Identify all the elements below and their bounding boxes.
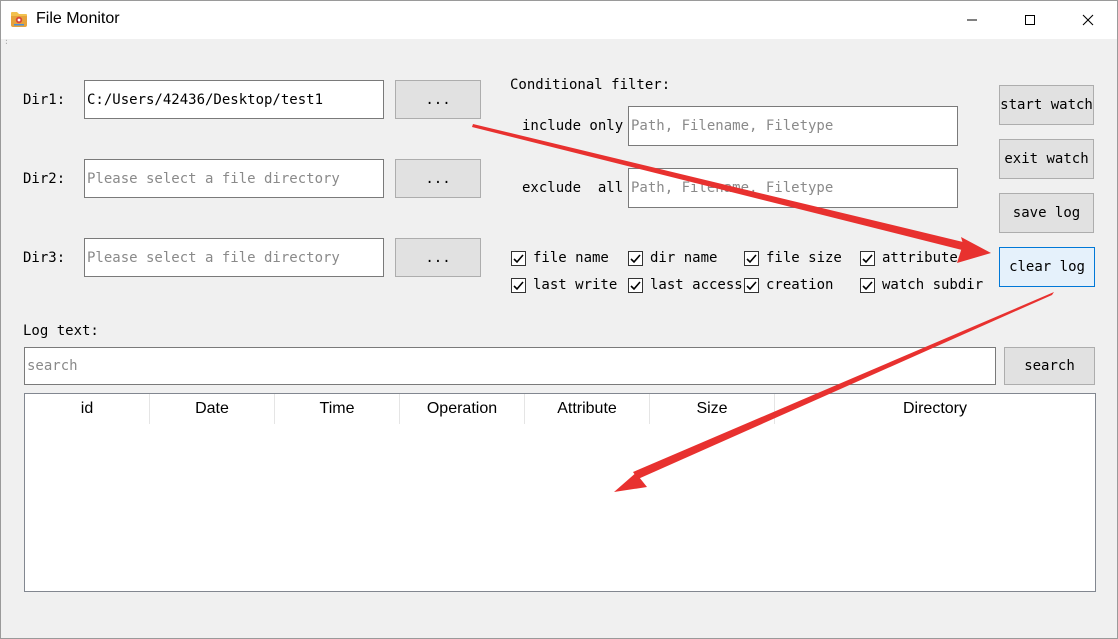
checkbox-label: last write: [533, 277, 618, 293]
exclude-all-label: exclude all: [522, 180, 624, 196]
check-icon: [744, 277, 759, 293]
log-title: Log text:: [23, 323, 99, 339]
check-icon: [511, 250, 526, 266]
dir3-browse-button[interactable]: ...: [395, 238, 481, 277]
include-filter-input[interactable]: Path, Filename, Filetype: [628, 106, 958, 146]
close-button[interactable]: [1065, 1, 1111, 39]
checkbox-last-write[interactable]: last write: [511, 276, 617, 294]
check-icon: [628, 277, 643, 293]
maximize-icon: [1025, 15, 1035, 25]
toolbar-grip: :: [4, 37, 9, 46]
filter-title: Conditional filter:: [510, 77, 671, 93]
dir2-input[interactable]: Please select a file directory: [84, 159, 384, 198]
checkbox-dir-name[interactable]: dir name: [628, 249, 717, 267]
minimize-button[interactable]: [949, 1, 995, 39]
dir2-label: Dir2:: [23, 171, 66, 187]
checkbox-file-size[interactable]: file size: [744, 249, 842, 267]
exit-watch-button[interactable]: exit watch: [999, 139, 1094, 179]
log-search-button[interactable]: search: [1004, 347, 1095, 385]
check-icon: [628, 250, 643, 266]
checkbox-file-name[interactable]: file name: [511, 249, 609, 267]
minimize-icon: [967, 19, 977, 21]
check-icon: [744, 250, 759, 266]
checkbox-label: creation: [766, 277, 834, 293]
log-table[interactable]: id Date Time Operation Attribute Size Di…: [24, 393, 1096, 592]
exclude-filter-input[interactable]: Path, Filename, Filetype: [628, 168, 958, 208]
save-log-button[interactable]: save log: [999, 193, 1094, 233]
maximize-button[interactable]: [1007, 1, 1053, 39]
window-title: File Monitor: [36, 10, 120, 27]
checkbox-attribute[interactable]: attribute: [860, 249, 958, 267]
column-header-size[interactable]: Size: [650, 394, 775, 424]
file-monitor-window: File Monitor : Dir1: C:/Users/42436/Desk…: [0, 0, 1118, 639]
column-header-directory[interactable]: Directory: [775, 394, 1095, 424]
check-icon: [511, 277, 526, 293]
check-icon: [860, 250, 875, 266]
dir1-label: Dir1:: [23, 92, 66, 108]
clear-log-button[interactable]: clear log: [999, 247, 1095, 287]
include-only-label: include only: [522, 118, 624, 134]
checkbox-label: dir name: [650, 250, 718, 266]
log-search-input[interactable]: search: [24, 347, 996, 385]
checkbox-watch-subdir[interactable]: watch subdir: [860, 276, 983, 294]
column-header-date[interactable]: Date: [150, 394, 275, 424]
dir3-label: Dir3:: [23, 250, 66, 266]
check-icon: [860, 277, 875, 293]
checkbox-last-access[interactable]: last access: [628, 276, 743, 294]
checkbox-label: attribute: [882, 250, 958, 266]
column-header-attribute[interactable]: Attribute: [525, 394, 650, 424]
checkbox-label: file name: [533, 250, 609, 266]
column-header-operation[interactable]: Operation: [400, 394, 525, 424]
start-watch-button[interactable]: start watch: [999, 85, 1094, 125]
close-icon: [1082, 14, 1094, 26]
checkbox-creation[interactable]: creation: [744, 276, 833, 294]
title-bar[interactable]: File Monitor: [1, 1, 1117, 39]
column-header-id[interactable]: id: [25, 394, 150, 424]
dir1-input[interactable]: C:/Users/42436/Desktop/test1: [84, 80, 384, 119]
dir1-browse-button[interactable]: ...: [395, 80, 481, 119]
log-table-header: id Date Time Operation Attribute Size Di…: [25, 394, 1095, 424]
checkbox-label: watch subdir: [882, 277, 984, 293]
column-header-time[interactable]: Time: [275, 394, 400, 424]
checkbox-label: last access: [650, 277, 743, 293]
checkbox-label: file size: [766, 250, 842, 266]
dir2-browse-button[interactable]: ...: [395, 159, 481, 198]
dir3-input[interactable]: Please select a file directory: [84, 238, 384, 277]
app-folder-icon: [10, 10, 28, 28]
